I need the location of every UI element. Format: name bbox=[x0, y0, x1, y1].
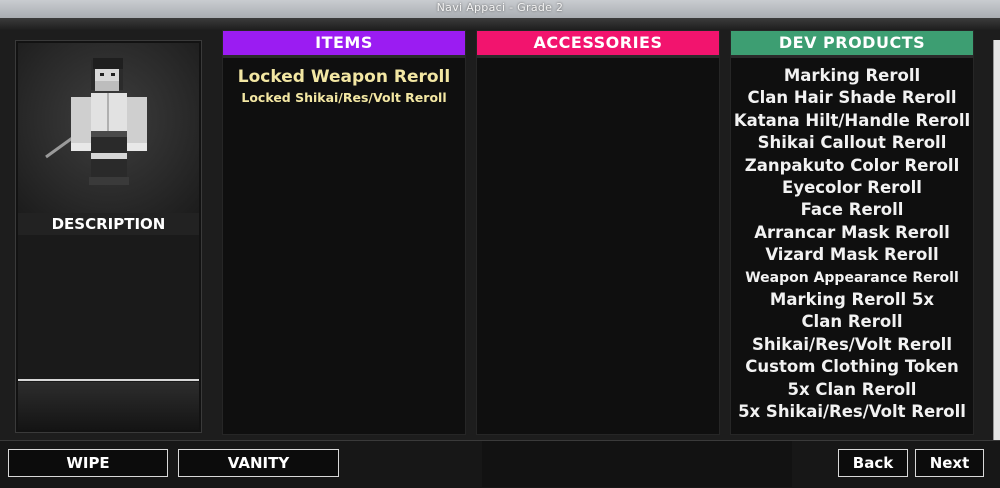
accessories-header: ACCESSORIES bbox=[477, 31, 719, 55]
bottom-bar-center bbox=[482, 441, 792, 487]
dev-product-item[interactable]: Custom Clothing Token bbox=[731, 356, 973, 378]
items-list: Locked Weapon Reroll Locked Shikai/Res/V… bbox=[223, 65, 465, 107]
item-locked-shikai-reroll[interactable]: Locked Shikai/Res/Volt Reroll bbox=[223, 89, 465, 107]
description-footer bbox=[18, 382, 199, 430]
next-button[interactable]: Next bbox=[915, 449, 984, 477]
top-bar: Navi Appaci - Grade 2 bbox=[0, 0, 1000, 18]
description-label: DESCRIPTION bbox=[18, 213, 199, 235]
dev-product-item[interactable]: Eyecolor Reroll bbox=[731, 177, 973, 199]
dev-products-column: DEV PRODUCTS Marking Reroll Clan Hair Sh… bbox=[730, 30, 974, 435]
dev-product-item[interactable]: Arrancar Mask Reroll bbox=[731, 222, 973, 244]
header-divider bbox=[731, 55, 973, 58]
right-edge-strip bbox=[993, 40, 1000, 440]
back-button[interactable]: Back bbox=[838, 449, 908, 477]
dev-product-item[interactable]: Katana Hilt/Handle Reroll bbox=[731, 110, 973, 132]
dev-product-item[interactable]: Clan Hair Shade Reroll bbox=[731, 87, 973, 109]
dev-product-item[interactable]: Marking Reroll 5x bbox=[731, 289, 973, 311]
header-divider bbox=[477, 55, 719, 58]
dev-product-item[interactable]: Zanpakuto Color Reroll bbox=[731, 155, 973, 177]
dev-product-item[interactable]: Shikai Callout Reroll bbox=[731, 132, 973, 154]
accessories-column: ACCESSORIES bbox=[476, 30, 720, 435]
avatar bbox=[45, 58, 147, 185]
header-divider bbox=[223, 55, 465, 58]
items-column: ITEMS Locked Weapon Reroll Locked Shikai… bbox=[222, 30, 466, 435]
dev-product-item[interactable]: Face Reroll bbox=[731, 199, 973, 221]
window-title: Navi Appaci - Grade 2 bbox=[436, 1, 564, 14]
avatar-viewport bbox=[18, 43, 199, 213]
items-header: ITEMS bbox=[223, 31, 465, 55]
item-locked-weapon-reroll[interactable]: Locked Weapon Reroll bbox=[223, 65, 465, 89]
profile-panel: DESCRIPTION bbox=[15, 40, 202, 433]
description-divider bbox=[18, 379, 199, 381]
dev-products-list: Marking Reroll Clan Hair Shade Reroll Ka… bbox=[731, 65, 973, 424]
dev-products-header: DEV PRODUCTS bbox=[731, 31, 973, 55]
dev-product-item[interactable]: Marking Reroll bbox=[731, 65, 973, 87]
dev-product-item[interactable]: 5x Clan Reroll bbox=[731, 379, 973, 401]
wipe-button[interactable]: WIPE bbox=[8, 449, 168, 477]
vanity-button[interactable]: VANITY bbox=[178, 449, 339, 477]
dev-product-item[interactable]: Clan Reroll bbox=[731, 311, 973, 333]
dev-product-item[interactable]: Weapon Appearance Reroll bbox=[731, 267, 973, 289]
dev-product-item[interactable]: 5x Shikai/Res/Volt Reroll bbox=[731, 401, 973, 423]
dev-product-item[interactable]: Vizard Mask Reroll bbox=[731, 244, 973, 266]
frame-top-edge bbox=[0, 18, 1000, 30]
dev-product-item[interactable]: Shikai/Res/Volt Reroll bbox=[731, 334, 973, 356]
